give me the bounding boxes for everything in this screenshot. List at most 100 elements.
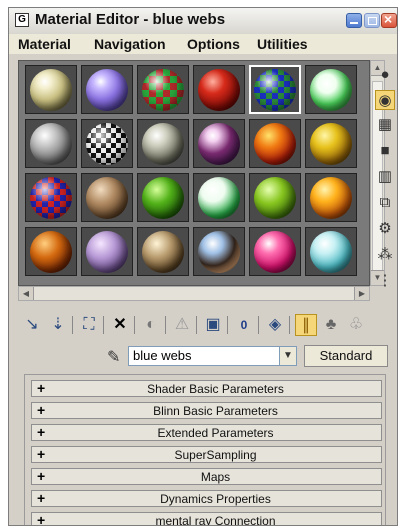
options-icon[interactable]: ⚙ <box>375 219 395 239</box>
material-sphere <box>30 230 72 273</box>
sample-slot[interactable] <box>137 119 189 168</box>
go-to-parent-icon[interactable]: ♣ <box>320 314 342 336</box>
sample-slots-grid <box>18 60 370 286</box>
make-preview-icon[interactable]: ⧉ <box>375 193 395 213</box>
sample-slot[interactable] <box>137 227 189 276</box>
material-sphere <box>142 176 184 219</box>
rollout-expand-icon: + <box>37 468 46 484</box>
material-sphere <box>142 68 184 111</box>
put-to-library-icon[interactable]: ▣ <box>202 314 224 336</box>
sample-slot[interactable] <box>305 119 357 168</box>
sample-slot[interactable] <box>305 227 357 276</box>
maximize-button[interactable] <box>364 13 380 28</box>
rollout-label: Extended Parameters <box>157 426 274 440</box>
show-map-in-viewport-icon[interactable]: ◈ <box>264 314 286 336</box>
backlight-icon[interactable]: ◉ <box>375 90 395 110</box>
sample-type-sphere-icon[interactable]: ● <box>375 65 395 85</box>
rollout-dynamics-properties[interactable]: + Dynamics Properties <box>31 490 382 507</box>
material-effects-channel-icon[interactable]: 0 <box>233 314 255 336</box>
sample-slot-active[interactable] <box>249 65 301 114</box>
sample-slot[interactable] <box>81 173 133 222</box>
go-forward-to-sibling-icon[interactable]: ♧ <box>345 314 367 336</box>
rollout-panel: + Shader Basic Parameters + Blinn Basic Pa… <box>24 374 386 526</box>
close-button[interactable] <box>381 11 397 28</box>
rollout-supersampling[interactable]: + SuperSampling <box>31 446 382 463</box>
material-sphere <box>142 230 184 273</box>
put-to-scene-icon[interactable]: ⇣ <box>47 314 69 336</box>
sample-slot[interactable] <box>25 173 77 222</box>
toolbar-separator <box>227 316 228 334</box>
scroll-left-arrow[interactable]: ◀ <box>19 287 34 300</box>
material-sphere <box>86 176 128 219</box>
toolbar-separator <box>72 316 73 334</box>
sample-slot[interactable] <box>249 227 301 276</box>
sample-slot[interactable] <box>137 173 189 222</box>
toolbar-separator <box>258 316 259 334</box>
sample-slot[interactable] <box>193 173 245 222</box>
rollout-blinn-basic-parameters[interactable]: + Blinn Basic Parameters <box>31 402 382 419</box>
pick-material-from-object-icon[interactable]: ✎ <box>107 347 120 367</box>
rollout-shader-basic-parameters[interactable]: + Shader Basic Parameters <box>31 380 382 397</box>
sample-slot[interactable] <box>81 119 133 168</box>
material-name-field[interactable]: blue webs <box>128 346 280 366</box>
toolbar-separator <box>103 316 104 334</box>
scroll-right-arrow[interactable]: ▶ <box>354 287 369 300</box>
sample-slot[interactable] <box>249 173 301 222</box>
sample-slot[interactable] <box>305 65 357 114</box>
toolbar-separator <box>134 316 135 334</box>
checker-background-icon[interactable]: ▦ <box>375 115 395 135</box>
material-sphere <box>254 230 296 273</box>
rollout-maps[interactable]: + Maps <box>31 468 382 485</box>
rollout-expand-icon: + <box>37 424 46 440</box>
sample-slot[interactable] <box>305 173 357 222</box>
sample-slot[interactable] <box>25 65 77 114</box>
material-sphere <box>198 230 240 273</box>
select-by-material-icon[interactable]: ⁂ <box>375 245 395 265</box>
material-type-button[interactable]: Standard <box>304 345 388 367</box>
rollout-mental-ray-connection[interactable]: + mental ray Connection <box>31 512 382 526</box>
sample-uv-tiling-icon[interactable]: ■ <box>375 141 395 161</box>
sample-slot[interactable] <box>25 227 77 276</box>
sample-slot[interactable] <box>81 65 133 114</box>
toolbar-separator <box>196 316 197 334</box>
material-sphere <box>30 176 72 219</box>
rollout-extended-parameters[interactable]: + Extended Parameters <box>31 424 382 441</box>
title-bar[interactable]: G Material Editor - blue webs <box>9 8 397 35</box>
minimize-button[interactable] <box>346 13 362 28</box>
rollout-expand-icon: + <box>37 402 46 418</box>
rollout-label: Shader Basic Parameters <box>147 382 284 396</box>
sample-slot[interactable] <box>193 227 245 276</box>
window-title: Material Editor - blue webs <box>35 11 226 28</box>
get-material-icon[interactable]: ↘ <box>21 314 43 336</box>
video-color-check-icon[interactable]: ▥ <box>375 167 395 187</box>
assign-to-selection-icon[interactable]: ⛶ <box>78 314 100 336</box>
material-name-dropdown-arrow[interactable]: ▼ <box>280 346 297 366</box>
menu-navigation[interactable]: Navigation <box>94 36 166 52</box>
sample-slot[interactable] <box>249 119 301 168</box>
menu-utilities[interactable]: Utilities <box>257 36 308 52</box>
sample-slot[interactable] <box>137 65 189 114</box>
sample-slot[interactable] <box>81 227 133 276</box>
material-map-navigator-icon[interactable]: ⋮ <box>375 271 395 291</box>
material-sphere <box>254 176 296 219</box>
sample-slot[interactable] <box>25 119 77 168</box>
material-sphere <box>86 230 128 273</box>
make-copy-icon[interactable]: ◐ <box>140 314 162 336</box>
reset-map-icon[interactable]: ✕ <box>109 314 131 336</box>
rollout-expand-icon: + <box>37 512 46 526</box>
menu-options[interactable]: Options <box>187 36 240 52</box>
sample-slot[interactable] <box>193 65 245 114</box>
show-end-result-icon[interactable]: ∥ <box>295 314 317 336</box>
material-sphere <box>86 122 128 165</box>
slots-horizontal-scrollbar[interactable]: ◀ ▶ <box>18 286 370 301</box>
material-sphere <box>198 68 240 111</box>
menu-material[interactable]: Material <box>18 36 71 52</box>
sample-slot[interactable] <box>193 119 245 168</box>
material-sphere <box>254 122 296 165</box>
material-sphere <box>86 68 128 111</box>
rollout-expand-icon: + <box>37 380 46 396</box>
material-sphere <box>30 122 72 165</box>
make-unique-icon[interactable]: ⚠ <box>171 314 193 336</box>
material-editor-window: G Material Editor - blue webs Material N… <box>8 7 398 526</box>
material-sphere <box>254 68 296 111</box>
